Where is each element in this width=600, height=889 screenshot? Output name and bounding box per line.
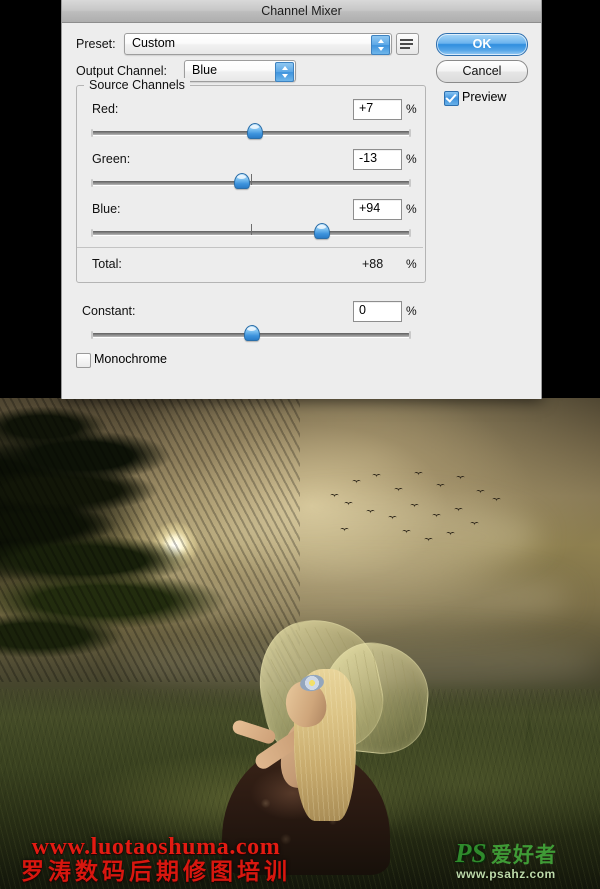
bird [410,504,419,509]
bird [352,480,361,485]
constant-input[interactable]: 0 [353,301,402,322]
blue-percent-symbol: % [406,202,417,216]
bird [366,510,375,515]
slider-origin-tick [251,224,252,235]
preset-label: Preset: [76,37,116,51]
chevron-updown-icon [275,62,294,82]
blue-channel-slider[interactable] [91,223,411,239]
total-percent-symbol: % [406,257,417,271]
bird [492,498,501,503]
ok-button[interactable]: OK [436,33,528,56]
slider-thumb[interactable] [234,173,251,189]
green-channel-input[interactable]: -13 [353,149,402,170]
bird [424,538,433,543]
bird [402,530,411,535]
chevron-updown-icon [371,35,390,55]
bird [446,532,455,537]
total-value: +88 [362,257,384,271]
output-channel-dropdown[interactable]: Blue [184,60,296,82]
slider-thumb[interactable] [313,223,330,239]
artwork-image: www.luotaoshuma.com 罗涛数码后期修图培训 PS 爱好者 ww… [0,398,600,889]
red-channel-label: Red: [92,102,119,116]
green-channel-slider[interactable] [91,173,411,189]
bird [372,474,381,479]
bird [330,494,339,499]
watermark-left-url: www.luotaoshuma.com [31,834,281,861]
checkbox-checked-icon [444,91,459,106]
monochrome-checkbox[interactable]: Monochrome [76,352,196,369]
red-percent-symbol: % [406,102,417,116]
bird [432,514,441,519]
dialog-titlebar[interactable]: Channel Mixer [62,0,541,23]
output-channel-value: Blue [192,63,218,77]
bird [436,484,445,489]
green-percent-symbol: % [406,152,417,166]
bird [454,508,463,513]
watermark-right-brand-chinese: 爱好者 [490,844,557,867]
preset-dropdown[interactable]: Custom [124,33,392,55]
bird [414,472,423,477]
bird [344,502,353,507]
green-channel-label: Green: [92,152,131,166]
bird [470,522,479,527]
constant-percent-symbol: % [406,304,417,318]
watermark-left-chinese: 罗涛数码后期修图培训 [21,857,291,884]
bird [456,476,465,481]
dialog-body: Preset: Custom Output Channel: Blue OK C… [62,23,541,400]
red-channel-slider[interactable] [91,123,411,139]
slider-thumb[interactable] [244,325,260,341]
total-label: Total: [92,257,122,271]
cancel-button[interactable]: Cancel [436,60,528,83]
source-channels-legend: Source Channels [84,78,190,92]
blue-channel-label: Blue: [92,202,121,216]
preset-options-icon[interactable] [396,33,419,55]
bird [388,516,397,521]
watermark-left: www.luotaoshuma.com 罗涛数码后期修图培训 [6,835,306,883]
bird [394,488,403,493]
watermark-right-brand-latin: PS [455,838,487,868]
bird [340,528,349,533]
watermark-right-url: www.psahz.com [456,867,556,881]
output-channel-label: Output Channel: [76,64,168,78]
dialog-title: Channel Mixer [261,4,342,18]
watermark-right: PS 爱好者 www.psahz.com [418,839,594,883]
red-channel-input[interactable]: +7 [353,99,402,120]
channel-mixer-dialog: Channel Mixer Preset: Custom Output Chan… [61,0,542,399]
bird [476,490,485,495]
checkbox-unchecked-icon [76,353,91,368]
monochrome-label: Monochrome [94,352,167,366]
green-channel-value: -13 [359,151,378,165]
blue-channel-input[interactable]: +94 [353,199,402,220]
blue-channel-value: +94 [359,201,381,215]
constant-value: 0 [359,303,366,317]
preview-label: Preview [462,90,507,104]
preview-checkbox[interactable]: Preview [444,90,540,107]
red-channel-value: +7 [359,101,374,115]
preset-value: Custom [132,36,176,50]
total-separator [77,247,423,248]
slider-origin-tick [251,174,252,185]
slider-thumb[interactable] [247,123,264,139]
constant-slider[interactable] [91,325,411,341]
watermark-right-brand: PS 爱好者 [418,839,594,869]
constant-label: Constant: [82,304,136,318]
